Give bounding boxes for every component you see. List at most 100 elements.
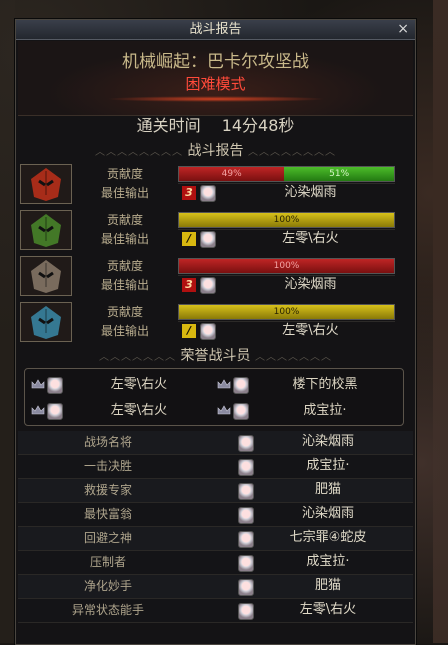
award-row: 净化妙手 肥猫	[18, 575, 413, 599]
best-damage-line: / 左零\右火	[178, 229, 395, 248]
best-damage-label: 最佳输出	[100, 232, 149, 246]
award-winner: 成宝拉·	[306, 458, 350, 473]
award-row: 战场名将 沁染烟雨	[18, 431, 413, 455]
window-titlebar[interactable]: 战斗报告 ×	[16, 20, 415, 40]
best-damage-line: / 左零\右火	[178, 321, 395, 340]
character-portrait-icon	[47, 403, 63, 420]
crown-icon	[217, 379, 231, 389]
best-damage-label: 最佳输出	[100, 324, 149, 338]
character-portrait-icon	[200, 323, 216, 340]
best-damage-name: 左零\右火	[282, 231, 339, 246]
player-row: 贡献度 最佳输出 49% 51% 3 沁染烟雨	[20, 164, 395, 204]
character-portrait-icon	[238, 507, 254, 524]
player-row: 贡献度 最佳输出 100% 3 沁染烟雨	[20, 256, 395, 296]
award-winner: 沁染烟雨	[301, 434, 354, 449]
character-portrait-icon	[238, 459, 254, 476]
dungeon-header: 机械崛起：巴卡尔攻坚战 困难模式	[18, 41, 413, 116]
best-damage-line: 3 沁染烟雨	[178, 275, 395, 294]
award-row: 一击决胜 成宝拉·	[18, 455, 413, 479]
contribution-segment: 49%	[179, 167, 285, 181]
crown-icon	[31, 379, 45, 389]
award-title: 净化妙手	[83, 579, 132, 593]
character-portrait-icon	[238, 579, 254, 596]
award-row: 压制者 成宝拉·	[18, 551, 413, 575]
close-icon[interactable]: ×	[397, 20, 409, 39]
character-portrait-icon	[238, 435, 254, 452]
best-damage-name: 沁染烟雨	[284, 185, 337, 200]
class-avatar-icon	[20, 302, 72, 342]
contribution-segment: 100%	[179, 213, 394, 227]
player-row: 贡献度 最佳输出 100% / 左零\右火	[20, 302, 395, 342]
award-row: 救援专家 肥猫	[18, 479, 413, 503]
award-list: 战场名将 沁染烟雨 一击决胜 成宝拉· 救援专家 肥猫 最快富翁 沁染烟雨 回避…	[18, 431, 413, 623]
honor-player[interactable]: 楼下的校黑	[215, 375, 400, 395]
award-winner: 肥猫	[314, 578, 341, 593]
contribution-segment: 100%	[179, 259, 394, 273]
report-section-title: 战斗报告	[187, 143, 244, 159]
character-portrait-icon	[238, 603, 254, 620]
best-damage-name: 沁染烟雨	[284, 277, 337, 292]
contribution-bar: 49% 51%	[178, 166, 395, 182]
player-row: 贡献度 最佳输出 100% / 左零\右火	[20, 210, 395, 250]
award-title: 回避之神	[83, 531, 132, 545]
best-damage-label: 最佳输出	[100, 186, 149, 200]
class-badge-icon: 3	[182, 278, 196, 292]
class-badge-icon: 3	[182, 186, 196, 200]
dungeon-name: 机械崛起：巴卡尔攻坚战	[122, 52, 309, 72]
header-glow	[105, 96, 326, 102]
class-badge-icon: /	[182, 232, 196, 246]
class-avatar-icon	[20, 164, 72, 204]
award-winner: 左零\右火	[299, 602, 357, 617]
contribution-label: 贡献度	[106, 259, 143, 273]
contribution-bar: 100%	[178, 304, 395, 320]
crown-icon	[31, 405, 45, 415]
award-row: 最快富翁 沁染烟雨	[18, 503, 413, 527]
honor-player-name: 楼下的校黑	[292, 377, 358, 392]
window-title: 战斗报告	[189, 22, 242, 37]
award-title: 异常状态能手	[71, 603, 144, 617]
clear-time-label: 通关时间	[136, 116, 201, 135]
character-portrait-icon	[233, 403, 249, 420]
honor-player[interactable]: 左零\右火	[29, 375, 214, 395]
award-title: 救援专家	[83, 483, 132, 497]
award-winner: 肥猫	[314, 482, 341, 497]
award-title: 战场名将	[83, 435, 132, 449]
clear-time-value: 14分48秒	[221, 116, 295, 135]
honor-player[interactable]: 左零\右火	[29, 401, 214, 421]
character-portrait-icon	[200, 185, 216, 202]
clear-time: 通关时间 14分48秒	[16, 112, 415, 136]
honor-player-name: 左零\右火	[110, 403, 168, 418]
difficulty-label: 困难模式	[185, 75, 246, 93]
character-portrait-icon	[238, 555, 254, 572]
report-section-header: ︿︿︿︿︿︿︿︿ 战斗报告 ︿︿︿︿︿︿︿︿	[95, 143, 336, 159]
character-portrait-icon	[233, 377, 249, 394]
contribution-label: 贡献度	[106, 213, 143, 227]
class-avatar-icon	[20, 256, 72, 296]
honor-box: 左零\右火 楼下的校黑 左零\右火 成宝拉·	[24, 368, 404, 426]
award-row: 异常状态能手 左零\右火	[18, 599, 413, 623]
character-portrait-icon	[47, 377, 63, 394]
award-winner: 成宝拉·	[306, 554, 350, 569]
award-title: 最快富翁	[83, 507, 132, 521]
contribution-bar: 100%	[178, 212, 395, 228]
contribution-label: 贡献度	[106, 305, 143, 319]
award-row: 回避之神 七宗罪④蛇皮	[18, 527, 413, 551]
best-damage-name: 左零\右火	[282, 323, 339, 338]
award-winner: 沁染烟雨	[301, 506, 354, 521]
crown-icon	[217, 405, 231, 415]
contribution-bar: 100%	[178, 258, 395, 274]
character-portrait-icon	[200, 231, 216, 248]
award-title: 压制者	[89, 555, 126, 569]
award-winner: 七宗罪④蛇皮	[289, 530, 367, 545]
honor-section-title: 荣誉战斗员	[180, 348, 251, 364]
best-damage-label: 最佳输出	[100, 278, 149, 292]
honor-player-name: 左零\右火	[110, 377, 168, 392]
character-portrait-icon	[238, 483, 254, 500]
honor-player-name: 成宝拉·	[303, 403, 347, 418]
honor-section-header: ︿︿︿︿︿︿︿ 荣誉战斗员 ︿︿︿︿︿︿︿	[99, 348, 332, 364]
class-avatar-icon	[20, 210, 72, 250]
contribution-segment: 51%	[284, 167, 394, 181]
honor-player[interactable]: 成宝拉·	[215, 401, 400, 421]
contribution-label: 贡献度	[106, 167, 143, 181]
class-badge-icon: /	[182, 324, 196, 338]
